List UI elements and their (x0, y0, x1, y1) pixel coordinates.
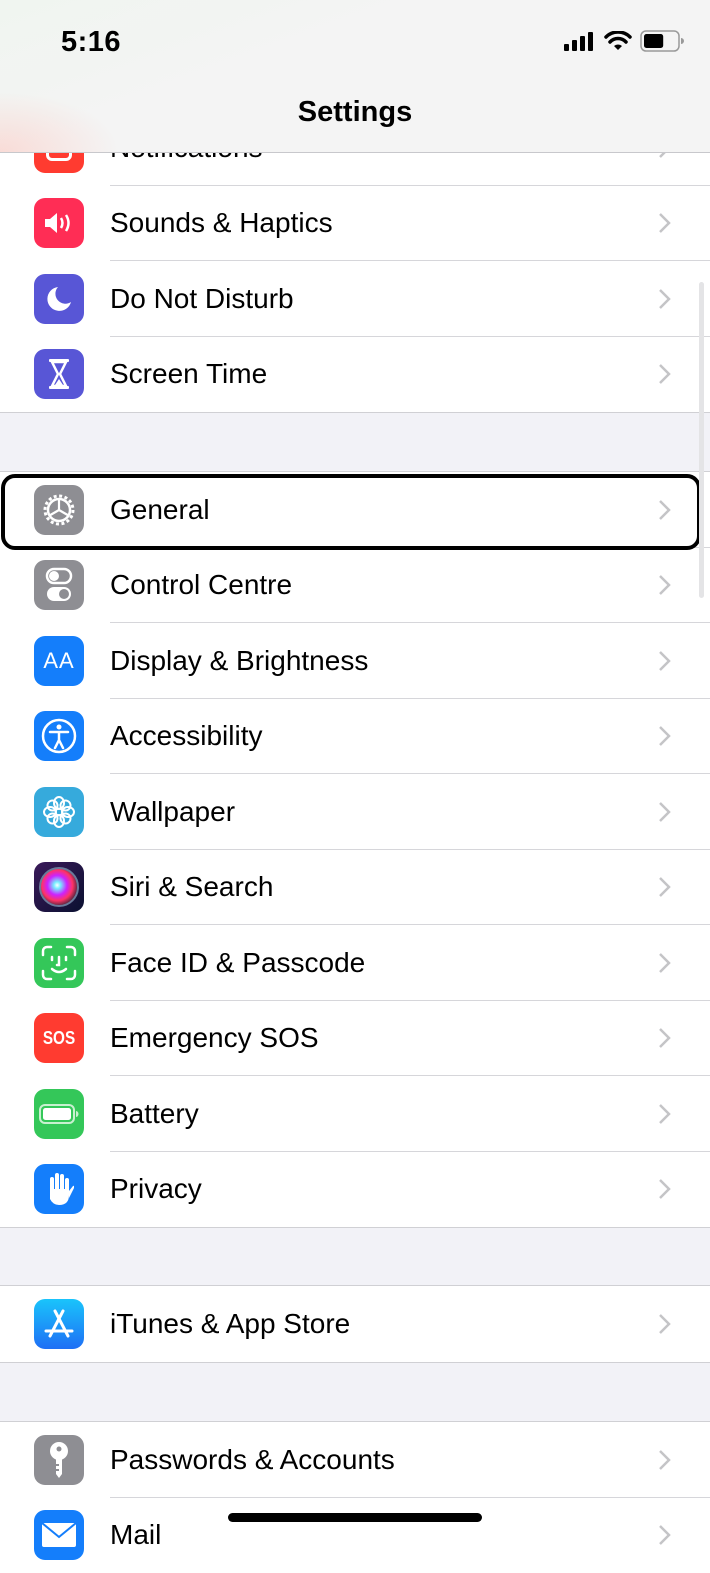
settings-item-privacy[interactable]: Privacy (0, 1152, 710, 1228)
settings-item-wallpaper[interactable]: Wallpaper (0, 774, 710, 850)
settings-item-battery[interactable]: Battery (0, 1076, 710, 1152)
settings-group-2: General Control Centre AA Display & Brig… (0, 471, 710, 1228)
settings-item-siri-search[interactable]: Siri & Search (0, 850, 710, 926)
status-time: 5:16 (61, 26, 121, 59)
scrollbar[interactable] (699, 282, 704, 598)
mail-icon (34, 1510, 84, 1560)
settings-item-control-centre[interactable]: Control Centre (0, 548, 710, 624)
sos-glyph: SOS (43, 1028, 75, 1049)
settings-item-itunes-app-store[interactable]: iTunes & App Store (0, 1286, 710, 1362)
chevron-right-icon (658, 1449, 672, 1471)
settings-item-label: Screen Time (110, 358, 267, 390)
cellular-signal-icon (564, 31, 596, 51)
settings-item-label: Face ID & Passcode (110, 947, 365, 979)
hand-icon (34, 1164, 84, 1214)
chevron-right-icon (658, 574, 672, 596)
settings-item-label: Wallpaper (110, 796, 235, 828)
settings-item-label: Accessibility (110, 720, 262, 752)
settings-item-emergency-sos[interactable]: SOS Emergency SOS (0, 1001, 710, 1077)
toggles-icon (34, 560, 84, 610)
key-icon (34, 1435, 84, 1485)
settings-group-3: iTunes & App Store (0, 1285, 710, 1363)
settings-item-label: iTunes & App Store (110, 1308, 350, 1340)
settings-item-label: Mail (110, 1519, 161, 1551)
face-id-icon (34, 938, 84, 988)
sos-icon: SOS (34, 1013, 84, 1063)
settings-item-label: Control Centre (110, 569, 292, 601)
battery-setting-icon (34, 1089, 84, 1139)
hourglass-icon (34, 349, 84, 399)
gear-icon (34, 485, 84, 535)
app-store-icon (34, 1299, 84, 1349)
settings-item-label: Sounds & Haptics (110, 207, 333, 239)
chevron-right-icon (658, 1103, 672, 1125)
page-title: Settings (0, 96, 710, 129)
status-icons (564, 30, 684, 52)
chevron-right-icon (658, 499, 672, 521)
text-size-icon: AA (34, 636, 84, 686)
settings-item-label: Siri & Search (110, 871, 273, 903)
settings-item-sounds-haptics[interactable]: Sounds & Haptics (0, 186, 710, 262)
chevron-right-icon (658, 876, 672, 898)
settings-item-label: Battery (110, 1098, 199, 1130)
chevron-right-icon (658, 288, 672, 310)
settings-item-label: Privacy (110, 1173, 202, 1205)
settings-group-1: Notifications Sounds & Haptics Do Not Di… (0, 109, 710, 413)
chevron-right-icon (658, 650, 672, 672)
chevron-right-icon (658, 952, 672, 974)
chevron-right-icon (658, 363, 672, 385)
navigation-header: 5:16 Settings (0, 0, 710, 153)
chevron-right-icon (658, 1027, 672, 1049)
battery-icon (640, 30, 684, 52)
settings-item-label: Display & Brightness (110, 645, 368, 677)
settings-item-mail[interactable]: Mail (0, 1498, 710, 1573)
settings-item-label: Emergency SOS (110, 1022, 319, 1054)
siri-icon (34, 862, 84, 912)
moon-icon (34, 274, 84, 324)
settings-item-label: Passwords & Accounts (110, 1444, 395, 1476)
chevron-right-icon (658, 1524, 672, 1546)
wifi-icon (604, 31, 632, 51)
settings-item-passwords-accounts[interactable]: Passwords & Accounts (0, 1422, 710, 1498)
chevron-right-icon (658, 1313, 672, 1335)
speaker-icon (34, 198, 84, 248)
text-size-glyph: AA (43, 648, 74, 674)
chevron-right-icon (658, 801, 672, 823)
chevron-right-icon (658, 725, 672, 747)
settings-item-label: Do Not Disturb (110, 283, 294, 315)
settings-group-4: Passwords & Accounts Mail (0, 1421, 710, 1573)
settings-item-accessibility[interactable]: Accessibility (0, 699, 710, 775)
home-indicator[interactable] (228, 1513, 482, 1522)
chevron-right-icon (658, 1178, 672, 1200)
chevron-right-icon (658, 212, 672, 234)
accessibility-icon (34, 711, 84, 761)
flower-icon (34, 787, 84, 837)
settings-item-face-id-passcode[interactable]: Face ID & Passcode (0, 925, 710, 1001)
settings-item-screen-time[interactable]: Screen Time (0, 337, 710, 413)
settings-item-display-brightness[interactable]: AA Display & Brightness (0, 623, 710, 699)
settings-item-general[interactable]: General (0, 472, 710, 548)
settings-item-label: General (110, 494, 210, 526)
settings-item-do-not-disturb[interactable]: Do Not Disturb (0, 261, 710, 337)
